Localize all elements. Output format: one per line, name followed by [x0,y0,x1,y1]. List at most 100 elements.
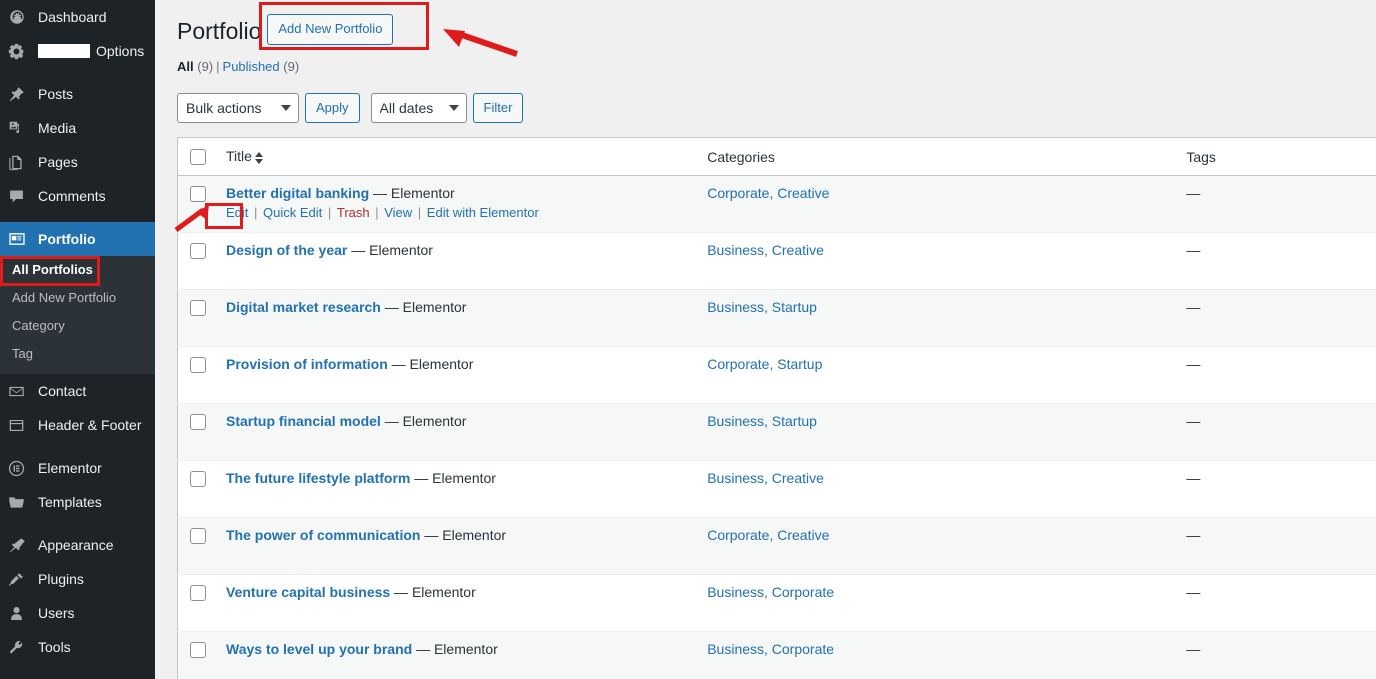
row-categories-cell: Business, Creative [697,233,1176,290]
row-checkbox[interactable] [190,528,206,544]
admin-screen: DashboardOptions Posts Media Pages Comments P… [0,0,1376,679]
column-header-categories-label: Categories [707,149,775,165]
sidebar-item-contact[interactable]: Contact [0,374,155,408]
row-title-link[interactable]: Venture capital business [226,584,390,600]
row-tags-cell: — [1176,347,1376,404]
sidebar-menu-top: DashboardOptions Posts Media Pages Comments P… [0,0,155,664]
dates-filter-select[interactable]: All dates [371,93,467,123]
row-action-edit[interactable]: Edit [226,205,248,220]
row-title-cell: Better digital banking — ElementorEdit |… [216,176,697,233]
add-new-portfolio-button[interactable]: Add New Portfolio [267,14,393,46]
sidebar-item-portfolio[interactable]: Portfolio [0,222,155,256]
row-category-link[interactable]: Corporate, Creative [707,527,829,543]
row-title-link[interactable]: Provision of information [226,356,388,372]
row-title-link[interactable]: The power of communication [226,527,420,543]
sidebar-item-plugins-label: Plugins [38,572,84,586]
filter-button[interactable]: Filter [473,93,524,123]
sidebar-item-options[interactable]: Options [0,34,155,68]
row-category-link[interactable]: Corporate, Startup [707,356,822,372]
wrench-icon [8,637,34,657]
sidebar-item-appearance[interactable]: Appearance [0,528,155,562]
row-actions-placeholder [226,600,687,622]
row-action-separator: | [412,205,427,220]
submenu-item-all-portfolios[interactable]: All Portfolios [0,256,155,284]
row-title-suffix: — Elementor [410,470,496,486]
row-checkbox[interactable] [190,357,206,373]
sidebar-item-media-label: Media [38,121,76,135]
submenu-item-category[interactable]: Category [0,312,155,340]
row-category-link[interactable]: Business, Startup [707,299,817,315]
bulk-actions-wrap: Bulk actions [177,93,299,123]
row-title-link[interactable]: Digital market research [226,299,381,315]
row-checkbox[interactable] [190,300,206,316]
row-action-edit-with-elementor[interactable]: Edit with Elementor [427,205,539,220]
row-category-link[interactable]: Business, Creative [707,470,824,486]
row-checkbox[interactable] [190,186,206,202]
view-filter-published-count: (9) [283,59,299,74]
sidebar-item-header-footer[interactable]: Header & Footer [0,408,155,442]
select-all-checkbox[interactable] [190,149,206,165]
sidebar-item-posts[interactable]: Posts [0,77,155,111]
row-category-link[interactable]: Business, Startup [707,413,817,429]
row-category-link[interactable]: Business, Corporate [707,584,834,600]
view-filter-all-link[interactable]: All [177,59,194,74]
row-actions-placeholder [226,315,687,337]
row-title-suffix: — Elementor [347,242,433,258]
row-checkbox[interactable] [190,585,206,601]
view-filter-all-count: (9) [197,59,213,74]
sidebar-item-users[interactable]: Users [0,596,155,630]
page-title: Portfolio [177,8,261,51]
table-row: Venture capital business — ElementorBusi… [178,575,1376,632]
dashboard-icon [8,7,34,27]
row-category-link[interactable]: Corporate, Creative [707,185,829,201]
row-category-link[interactable]: Business, Creative [707,242,824,258]
sidebar-item-contact-label: Contact [38,384,86,398]
row-tags-cell: — [1176,518,1376,575]
sidebar-item-comments[interactable]: Comments [0,179,155,213]
row-select-cell [178,632,217,679]
row-title-cell: Digital market research — Elementor [216,290,697,347]
sidebar-item-pages-label: Pages [38,155,78,169]
row-categories-cell: Business, Startup [697,404,1176,461]
row-action-view[interactable]: View [384,205,412,220]
row-checkbox[interactable] [190,243,206,259]
sidebar-item-dashboard[interactable]: Dashboard [0,0,155,34]
sidebar-item-pages[interactable]: Pages [0,145,155,179]
table-body: Better digital banking — Elementor Edit |… [178,176,1376,679]
row-title-link[interactable]: The future lifestyle platform [226,470,410,486]
row-categories-cell: Business, Corporate [697,632,1176,679]
row-action-trash[interactable]: Trash [337,205,370,220]
apply-button[interactable]: Apply [305,93,360,123]
row-title-suffix: — Elementor [381,413,467,429]
sidebar-item-templates[interactable]: Templates [0,485,155,519]
row-checkbox[interactable] [190,471,206,487]
row-title-link[interactable]: Better digital banking [226,185,369,201]
row-checkbox[interactable] [190,642,206,658]
column-header-title[interactable]: Title [216,137,697,175]
sidebar-item-tools[interactable]: Tools [0,630,155,664]
row-tags-cell: — [1176,461,1376,518]
redacted-label-box [38,44,90,58]
sidebar-item-media[interactable]: Media [0,111,155,145]
submenu-item-tag[interactable]: Tag [0,340,155,368]
column-header-tags: Tags [1176,137,1376,175]
row-title-link[interactable]: Design of the year [226,242,347,258]
bulk-actions-select[interactable]: Bulk actions [177,93,299,123]
row-actions: Edit | Quick Edit | Trash | View | Edit … [226,201,687,223]
row-checkbox[interactable] [190,414,206,430]
column-header-title-label: Title [226,148,252,164]
sidebar-item-plugins[interactable]: Plugins [0,562,155,596]
row-category-link[interactable]: Business, Corporate [707,641,834,657]
row-title-cell: Ways to level up your brand — Elementor [216,632,697,679]
sidebar-item-elementor[interactable]: Elementor [0,451,155,485]
row-action-separator: | [370,205,385,220]
row-actions-placeholder [226,258,687,280]
sort-arrows-icon[interactable] [255,151,263,165]
menu-separator [0,442,155,451]
row-title-link[interactable]: Startup financial model [226,413,381,429]
row-action-quick-edit[interactable]: Quick Edit [263,205,322,220]
view-filter-published-link[interactable]: Published [223,59,280,74]
row-title-link[interactable]: Ways to level up your brand [226,641,412,657]
submenu-item-add-new-portfolio[interactable]: Add New Portfolio [0,284,155,312]
table-row: Design of the year — Elementor Business, … [178,233,1376,290]
